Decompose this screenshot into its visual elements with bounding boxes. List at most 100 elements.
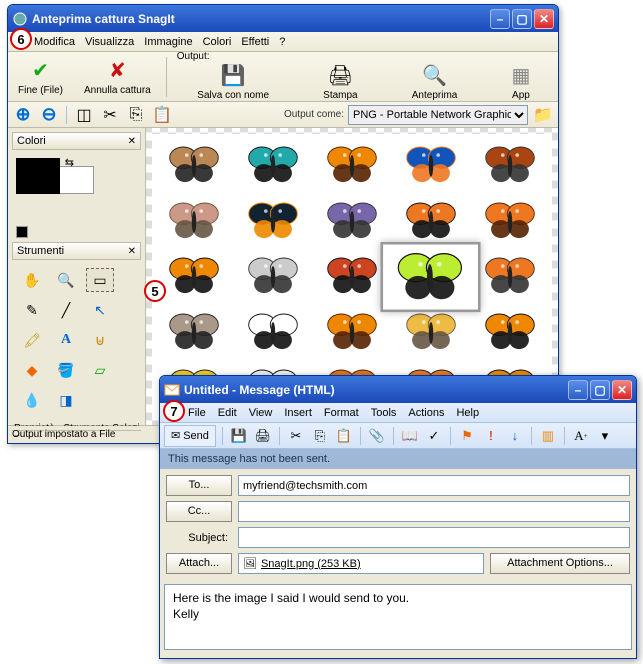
menu-help[interactable]: Help [456,407,479,419]
menu-colori[interactable]: Colori [203,36,232,48]
app-button[interactable]: ▦ App [501,62,541,102]
arrow-tool-icon[interactable]: ↖ [86,298,114,322]
line-tool-icon[interactable]: ╱ [52,298,80,322]
annulla-button[interactable]: ✘ Annulla cattura [74,54,162,100]
maximize-button[interactable]: ▢ [590,380,610,400]
strumenti-panel-header[interactable]: Strumenti ✕ [12,242,141,260]
output-browse-icon[interactable]: 📁 [532,104,554,126]
flag-icon[interactable]: ⚑ [457,426,477,446]
zoom-tool-icon[interactable]: 🔍 [52,268,80,292]
minimize-button[interactable]: – [568,380,588,400]
cc-field[interactable] [238,501,630,522]
cut-icon[interactable]: ✂ [99,104,121,126]
copy-icon[interactable]: ⎘ [125,104,147,126]
msg-titlebar[interactable]: Untitled - Message (HTML) – ▢ ✕ [160,376,636,403]
zoom-in-icon[interactable]: ⊕ [12,104,34,126]
hand-tool-icon[interactable]: ✋ [18,268,46,292]
foreground-color[interactable] [16,158,60,194]
menu-modifica[interactable]: Modifica [34,36,75,48]
menu-insert[interactable]: Insert [284,407,312,419]
callout-tool-icon[interactable]: ▱ [86,358,114,382]
attachment-filename[interactable]: SnagIt.png (253 KB) [261,558,361,570]
paste-icon[interactable]: 📋 [151,104,173,126]
tool-palette: ✋ 🔍 ▭ ✎ ╱ ↖ 🖍 A ⊎ ◆ 🪣 ▱ 💧 ◨ [12,264,141,416]
print-icon[interactable]: 🖨 [253,426,273,446]
checkmark-icon: ✔ [32,58,49,83]
copy-icon[interactable]: ⎘ [310,426,330,446]
to-field[interactable] [238,475,630,496]
font-size-icon[interactable]: A+ [571,426,591,446]
swap-colors-icon[interactable]: ⇆ [65,156,74,169]
address-book-icon[interactable]: 📖 [400,426,420,446]
text-tool-icon[interactable]: A [52,328,80,352]
close-button[interactable]: ✕ [534,9,554,29]
to-button[interactable]: To... [166,475,232,496]
save-icon[interactable]: 💾 [229,426,249,446]
butterfly-thumb [156,194,233,248]
panel-close-icon[interactable]: ✕ [128,136,136,147]
eyedropper-tool-icon[interactable]: 💧 [18,388,46,412]
menu-view[interactable]: View [249,407,273,419]
send-button[interactable]: ✉ Send [164,425,216,447]
panel-close-icon[interactable]: ✕ [128,246,136,257]
stampa-button[interactable]: 🖨 Stampa [313,62,368,102]
fine-button[interactable]: ✔ Fine (File) [8,54,74,100]
importance-high-icon[interactable]: ! [481,426,501,446]
paste-icon[interactable]: 📋 [334,426,354,446]
importance-low-icon[interactable]: ↓ [505,426,525,446]
printer-icon: 🖨 [328,63,353,88]
snagit-titlebar[interactable]: Anteprima cattura SnagIt – ▢ ✕ [8,5,558,32]
highlighter-tool-icon[interactable]: 🖍 [18,328,46,352]
cancel-x-icon: ✘ [109,58,126,83]
attach-button[interactable]: Attach... [166,553,232,574]
colori-panel-header[interactable]: Colori ✕ [12,132,141,150]
crop-icon[interactable]: ◫ [73,104,95,126]
attach-icon[interactable]: 📎 [367,426,387,446]
marquee-tool-icon[interactable]: ▭ [86,268,114,292]
fill-tool-icon[interactable]: 🪣 [52,358,80,382]
menu-actions[interactable]: Actions [408,407,444,419]
zoom-out-icon[interactable]: ⊖ [38,104,60,126]
eraser-tool-icon[interactable]: ◨ [52,388,80,412]
check-names-icon[interactable]: ✓ [424,426,444,446]
stamp-tool-icon[interactable]: ⊎ [86,328,114,352]
menu-help[interactable]: ? [279,36,285,48]
menu-format[interactable]: Format [324,407,359,419]
color-picker[interactable]: ⇆ [12,154,141,198]
annotation-6: 6 [10,28,32,50]
butterfly-thumb [381,242,481,312]
save-icon: 💾 [221,63,246,88]
options-icon[interactable]: ▥ [538,426,558,446]
salva-button[interactable]: 💾 Salva con nome [187,62,280,102]
menu-file[interactable]: File [188,407,206,419]
attachment-box[interactable]: 🖼 SnagIt.png (253 KB) [238,553,484,574]
mini-swatch[interactable] [16,226,28,238]
shape-tool-icon[interactable]: ◆ [18,358,46,382]
butterfly-thumb [156,250,233,304]
butterfly-thumb [235,305,312,359]
menu-immagine[interactable]: Immagine [144,36,192,48]
output-come-label: Output come: [284,109,344,120]
butterfly-thumb [314,250,391,304]
close-button[interactable]: ✕ [612,380,632,400]
maximize-button[interactable]: ▢ [512,9,532,29]
background-color[interactable] [58,166,94,194]
menu-edit[interactable]: Edit [218,407,237,419]
message-body[interactable]: Here is the image I said I would send to… [164,584,632,650]
butterfly-thumb [471,138,548,192]
attachment-options-button[interactable]: Attachment Options... [490,553,630,574]
subject-field[interactable] [238,527,630,548]
separator [166,57,167,97]
menu-effetti[interactable]: Effetti [241,36,269,48]
toolbar-overflow-icon[interactable]: ▾ [595,426,615,446]
menu-visualizza[interactable]: Visualizza [85,36,134,48]
menu-tools[interactable]: Tools [371,407,397,419]
cut-icon[interactable]: ✂ [286,426,306,446]
pencil-tool-icon[interactable]: ✎ [18,298,46,322]
output-format-select[interactable]: PNG - Portable Network Graphics [348,105,528,125]
butterfly-thumb [392,138,469,192]
cc-button[interactable]: Cc... [166,501,232,522]
anteprima-button[interactable]: 🔍 Anteprima [402,62,469,102]
minimize-button[interactable]: – [490,9,510,29]
butterfly-thumb [235,138,312,192]
